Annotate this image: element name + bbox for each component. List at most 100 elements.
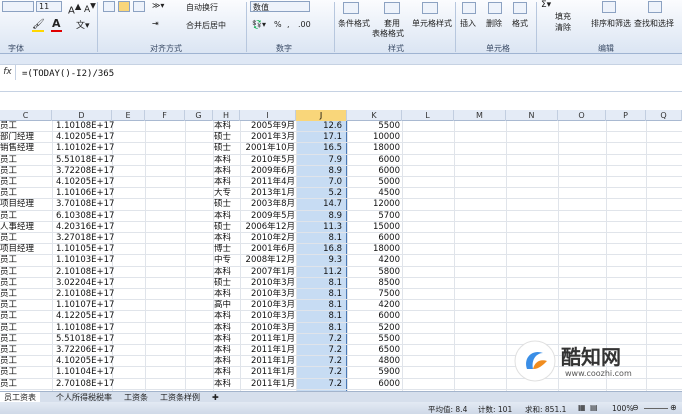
column-header[interactable]: M (454, 110, 506, 121)
cell-years[interactable]: 8.1 (296, 289, 342, 300)
cell-position[interactable]: 员工 (0, 267, 50, 278)
cell-salary[interactable]: 4800 (347, 356, 400, 367)
column-header[interactable]: O (558, 110, 606, 121)
cell-years[interactable]: 7.2 (296, 334, 342, 345)
cell-hire-date[interactable]: 2010年3月 (240, 311, 295, 322)
cell-id-number[interactable]: 1.10106E+17 (56, 188, 116, 199)
column-header[interactable]: E (112, 110, 145, 121)
cell-salary[interactable]: 18000 (347, 244, 400, 255)
cell-years[interactable]: 7.2 (296, 356, 342, 367)
column-header[interactable]: L (402, 110, 454, 121)
insert-button[interactable]: 插入 (460, 18, 476, 29)
cell-salary[interactable]: 4200 (347, 300, 400, 311)
cell-hire-date[interactable]: 2001年3月 (240, 132, 295, 143)
cell-salary[interactable]: 15000 (347, 222, 400, 233)
cell-id-number[interactable]: 2.70108E+17 (56, 379, 116, 390)
cell-education[interactable]: 本科 (214, 311, 240, 322)
cell-hire-date[interactable]: 2005年9月 (240, 121, 295, 132)
cell-years[interactable]: 7.2 (296, 367, 342, 378)
percent-icon[interactable]: % (274, 20, 282, 29)
cell-position[interactable]: 员工 (0, 188, 50, 199)
cell-id-number[interactable]: 3.72208E+17 (56, 166, 116, 177)
cell-education[interactable]: 硕士 (214, 278, 240, 289)
cell-education[interactable]: 本科 (214, 166, 240, 177)
cell-education[interactable]: 本科 (214, 155, 240, 166)
cell-hire-date[interactable]: 2010年2月 (240, 233, 295, 244)
cell-id-number[interactable]: 3.02204E+17 (56, 278, 116, 289)
cell-style-button[interactable]: 单元格样式 (412, 18, 452, 29)
cell-salary[interactable]: 10000 (347, 132, 400, 143)
cell-id-number[interactable]: 1.10108E+17 (56, 323, 116, 334)
cell-position[interactable]: 员工 (0, 311, 50, 322)
font-size-box[interactable]: 11 (36, 1, 62, 12)
cell-id-number[interactable]: 5.51018E+17 (56, 155, 116, 166)
cell-years[interactable]: 12.6 (296, 121, 342, 132)
cell-id-number[interactable]: 2.10108E+17 (56, 289, 116, 300)
cell-education[interactable]: 本科 (214, 177, 240, 188)
cell-hire-date[interactable]: 2007年1月 (240, 267, 295, 278)
cell-id-number[interactable]: 2.10108E+17 (56, 267, 116, 278)
fill-color-icon[interactable]: 🖌 (32, 19, 45, 30)
cell-years[interactable]: 9.3 (296, 255, 342, 266)
cell-years[interactable]: 8.1 (296, 323, 342, 334)
zoom-out-icon[interactable]: ⊖ (632, 403, 639, 412)
cell-years[interactable]: 8.1 (296, 278, 342, 289)
cell-position[interactable]: 员工 (0, 379, 50, 390)
cell-hire-date[interactable]: 2001年6月 (240, 244, 295, 255)
cell-id-number[interactable]: 6.10308E+17 (56, 211, 116, 222)
column-header[interactable]: H (213, 110, 240, 121)
cell-salary[interactable]: 6500 (347, 345, 400, 356)
wrap-text-button[interactable]: 自动换行 (186, 2, 218, 13)
cell-id-number[interactable]: 4.10205E+17 (56, 177, 116, 188)
column-header[interactable]: K (347, 110, 402, 121)
column-header[interactable]: D (52, 110, 112, 121)
cell-id-number[interactable]: 1.10108E+17 (56, 121, 116, 132)
cell-id-number[interactable]: 1.10102E+17 (56, 143, 116, 154)
column-header[interactable]: P (606, 110, 646, 121)
indent-icon[interactable]: ⇥ (152, 19, 159, 28)
sort-filter-button[interactable]: 排序和筛选 (591, 18, 631, 29)
cell-hire-date[interactable]: 2010年3月 (240, 278, 295, 289)
cell-years[interactable]: 8.1 (296, 233, 342, 244)
cell-id-number[interactable]: 4.10205E+17 (56, 132, 116, 143)
fx-icon[interactable]: fx (0, 64, 16, 80)
cell-position[interactable]: 员工 (0, 121, 50, 132)
column-header[interactable]: N (506, 110, 558, 121)
cell-id-number[interactable]: 4.10205E+17 (56, 356, 116, 367)
cell-education[interactable]: 本科 (214, 356, 240, 367)
cell-position[interactable]: 项目经理 (0, 199, 50, 210)
cell-salary[interactable]: 6000 (347, 311, 400, 322)
font-name-box[interactable] (2, 1, 34, 12)
cell-years[interactable]: 7.2 (296, 379, 342, 390)
cell-position[interactable]: 员工 (0, 345, 50, 356)
column-header[interactable]: F (145, 110, 185, 121)
orientation-icon[interactable]: ≫▾ (152, 1, 164, 10)
comma-icon[interactable]: , (287, 20, 290, 29)
cell-position[interactable]: 人事经理 (0, 222, 50, 233)
merge-center-button[interactable]: 合并后居中 (186, 20, 226, 31)
cell-position[interactable]: 员工 (0, 289, 50, 300)
cell-years[interactable]: 8.9 (296, 211, 342, 222)
column-header[interactable]: G (185, 110, 213, 121)
cell-salary[interactable]: 5200 (347, 323, 400, 334)
cell-position[interactable]: 员工 (0, 323, 50, 334)
cell-hire-date[interactable]: 2010年3月 (240, 289, 295, 300)
cell-years[interactable]: 8.9 (296, 166, 342, 177)
cell-hire-date[interactable]: 2011年1月 (240, 345, 295, 356)
cell-salary[interactable]: 5500 (347, 334, 400, 345)
format-button[interactable]: 格式 (512, 18, 528, 29)
cell-id-number[interactable]: 4.20316E+17 (56, 222, 116, 233)
cell-position[interactable]: 员工 (0, 177, 50, 188)
phonetic-icon[interactable]: 文▾ (76, 18, 90, 31)
cell-education[interactable]: 高中 (214, 300, 240, 311)
cell-salary[interactable]: 5500 (347, 121, 400, 132)
cell-id-number[interactable]: 3.27018E+17 (56, 233, 116, 244)
cell-years[interactable]: 5.2 (296, 188, 342, 199)
cell-years[interactable]: 16.5 (296, 143, 342, 154)
cell-hire-date[interactable]: 2011年1月 (240, 334, 295, 345)
column-header[interactable]: C (0, 110, 52, 121)
cell-position[interactable]: 员工 (0, 278, 50, 289)
zoom-slider[interactable] (644, 408, 668, 409)
cell-education[interactable]: 中专 (214, 255, 240, 266)
cell-position[interactable]: 员工 (0, 211, 50, 222)
